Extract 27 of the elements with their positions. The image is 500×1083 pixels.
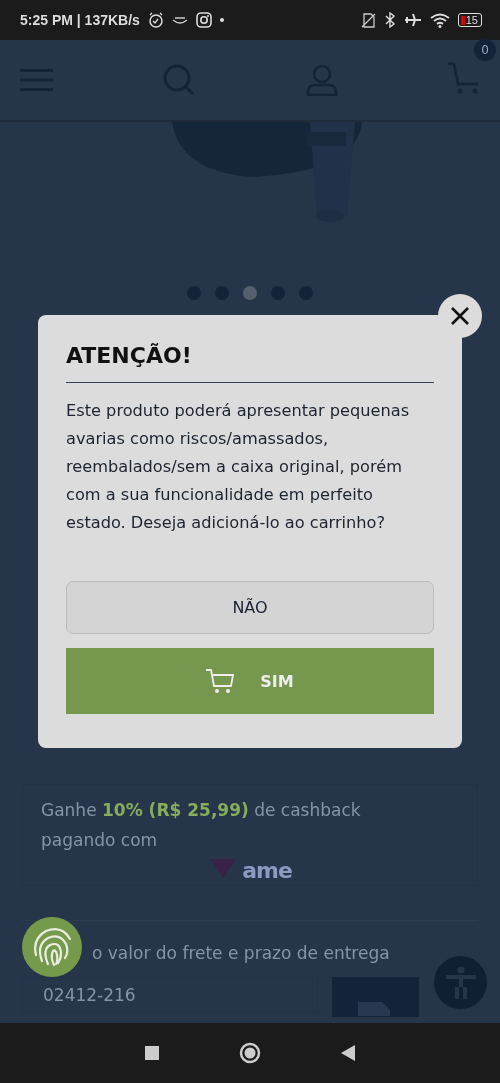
cart-icon bbox=[206, 668, 235, 694]
home-button[interactable] bbox=[239, 1042, 261, 1064]
dialog-message: Este produto poderá apresentar pequenas avarias como riscos/amassados, reembalados/sem a caixa original, porém com a sua funcionalidade em perfeito estado. Deseja adicioná-lo ao carrinho? bbox=[66, 400, 411, 534]
battery-indicator: 15 bbox=[457, 13, 482, 27]
bluetooth-icon bbox=[383, 12, 396, 28]
dot-icon bbox=[219, 18, 224, 22]
close-icon bbox=[451, 307, 469, 325]
fingerprint-button[interactable] bbox=[22, 917, 82, 977]
status-time: 5:25 PM | 137KB/s bbox=[20, 12, 140, 28]
alarm-icon bbox=[147, 12, 164, 28]
ame-logo: ame bbox=[242, 857, 292, 883]
carousel-dot[interactable] bbox=[243, 286, 257, 300]
cancel-button[interactable]: NÃO bbox=[66, 581, 434, 634]
zip-field[interactable]: 02412-216 bbox=[22, 977, 318, 1013]
wifi-icon bbox=[429, 12, 450, 28]
confirm-button[interactable]: SIM bbox=[66, 648, 434, 714]
no-sim-icon bbox=[360, 12, 376, 28]
camera-icon bbox=[195, 12, 212, 28]
shipping-label: o valor do frete e prazo de entrega bbox=[92, 943, 391, 963]
airplane-icon bbox=[403, 13, 422, 27]
recent-apps-button[interactable] bbox=[145, 1046, 159, 1060]
accessibility-button[interactable] bbox=[434, 956, 487, 1009]
back-button[interactable] bbox=[341, 1045, 355, 1061]
dialog-title: ATENÇÃO! bbox=[66, 343, 434, 383]
accessibility-icon bbox=[445, 965, 476, 1000]
cart-count: 0 bbox=[474, 39, 496, 61]
cashback-text: Ganhe 10% (R$ 25,99) de cashback pagando com bbox=[41, 799, 362, 852]
